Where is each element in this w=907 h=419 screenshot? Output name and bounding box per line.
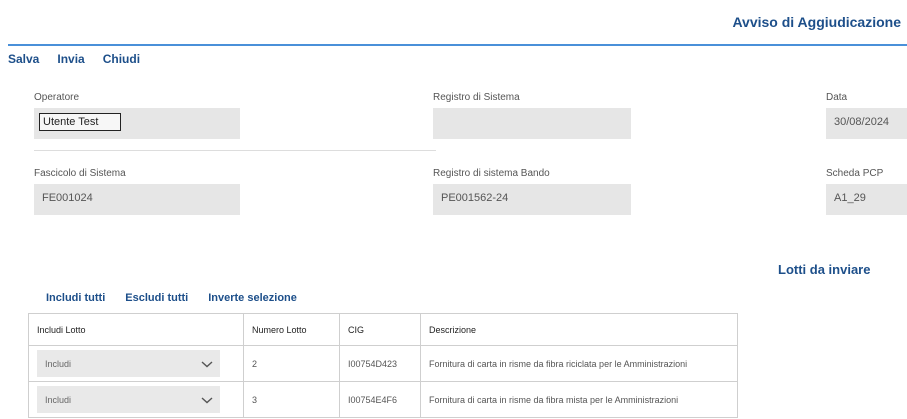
lotti-table: Includi Lotto Numero Lotto CIG Descrizio… — [28, 313, 738, 418]
data-label: Data — [826, 92, 848, 103]
operatore-input[interactable]: Utente Test — [34, 108, 240, 139]
chevron-down-icon — [201, 396, 213, 403]
exclude-all-button[interactable]: Escludi tutti — [125, 292, 188, 304]
header-divider — [8, 44, 907, 46]
cig-cell: I00754E4F6 — [339, 381, 421, 418]
includi-cell: Includi — [28, 381, 244, 418]
save-button[interactable]: Salva — [8, 52, 39, 66]
includi-cell: Includi — [28, 345, 244, 382]
registro-bando-input[interactable]: PE001562-24 — [433, 184, 631, 215]
operatore-value: Utente Test — [39, 113, 122, 131]
descrizione-cell: Fornitura di carta in risme da fibra mis… — [420, 381, 738, 418]
registro-sistema-label: Registro di Sistema — [433, 92, 520, 103]
column-header-numero: Numero Lotto — [243, 313, 340, 346]
lotti-section-title: Lotti da inviare — [778, 262, 871, 277]
toolbar: Salva Invia Chiudi — [8, 52, 140, 66]
data-field: Data 30/08/2024 — [826, 92, 907, 139]
numero-cell: 3 — [243, 381, 340, 418]
include-all-button[interactable]: Includi tutti — [46, 292, 105, 304]
chevron-down-icon — [201, 360, 213, 367]
numero-cell: 2 — [243, 345, 340, 382]
registro-bando-label: Registro di sistema Bando — [433, 168, 550, 179]
registro-bando-field: Registro di sistema Bando PE001562-24 — [433, 168, 631, 215]
descrizione-cell: Fornitura di carta in risme da fibra ric… — [420, 345, 738, 382]
send-button[interactable]: Invia — [57, 52, 84, 66]
includi-select[interactable]: Includi — [37, 350, 220, 377]
fascicolo-field: Fascicolo di Sistema FE001024 — [34, 168, 240, 215]
page-title: Avviso di Aggiudicazione — [732, 14, 901, 30]
scheda-pcp-input[interactable]: A1_29 — [826, 184, 907, 215]
column-header-descrizione: Descrizione — [420, 313, 738, 346]
table-header-row: Includi Lotto Numero Lotto CIG Descrizio… — [28, 313, 738, 346]
invert-selection-button[interactable]: Inverte selezione — [208, 292, 297, 304]
data-input[interactable]: 30/08/2024 — [826, 108, 907, 139]
selection-actions: Includi tutti Escludi tutti Inverte sele… — [46, 292, 297, 304]
table-row: Includi 2 I00754D423 Fornitura di carta … — [28, 345, 738, 382]
registro-sistema-field: Registro di Sistema — [433, 92, 631, 139]
column-header-cig: CIG — [339, 313, 421, 346]
fascicolo-input[interactable]: FE001024 — [34, 184, 240, 215]
includi-select-value: Includi — [45, 358, 72, 369]
cig-cell: I00754D423 — [339, 345, 421, 382]
includi-select[interactable]: Includi — [37, 386, 220, 413]
operatore-field: Operatore Utente Test — [34, 92, 240, 139]
includi-select-value: Includi — [45, 394, 72, 405]
field-divider — [34, 150, 436, 151]
registro-sistema-input[interactable] — [433, 108, 631, 139]
scheda-pcp-label: Scheda PCP — [826, 168, 884, 179]
column-header-includi: Includi Lotto — [28, 313, 244, 346]
table-row: Includi 3 I00754E4F6 Fornitura di carta … — [28, 381, 738, 418]
fascicolo-label: Fascicolo di Sistema — [34, 168, 126, 179]
operatore-label: Operatore — [34, 92, 80, 103]
scheda-pcp-field: Scheda PCP A1_29 — [826, 168, 907, 215]
close-button[interactable]: Chiudi — [103, 52, 140, 66]
